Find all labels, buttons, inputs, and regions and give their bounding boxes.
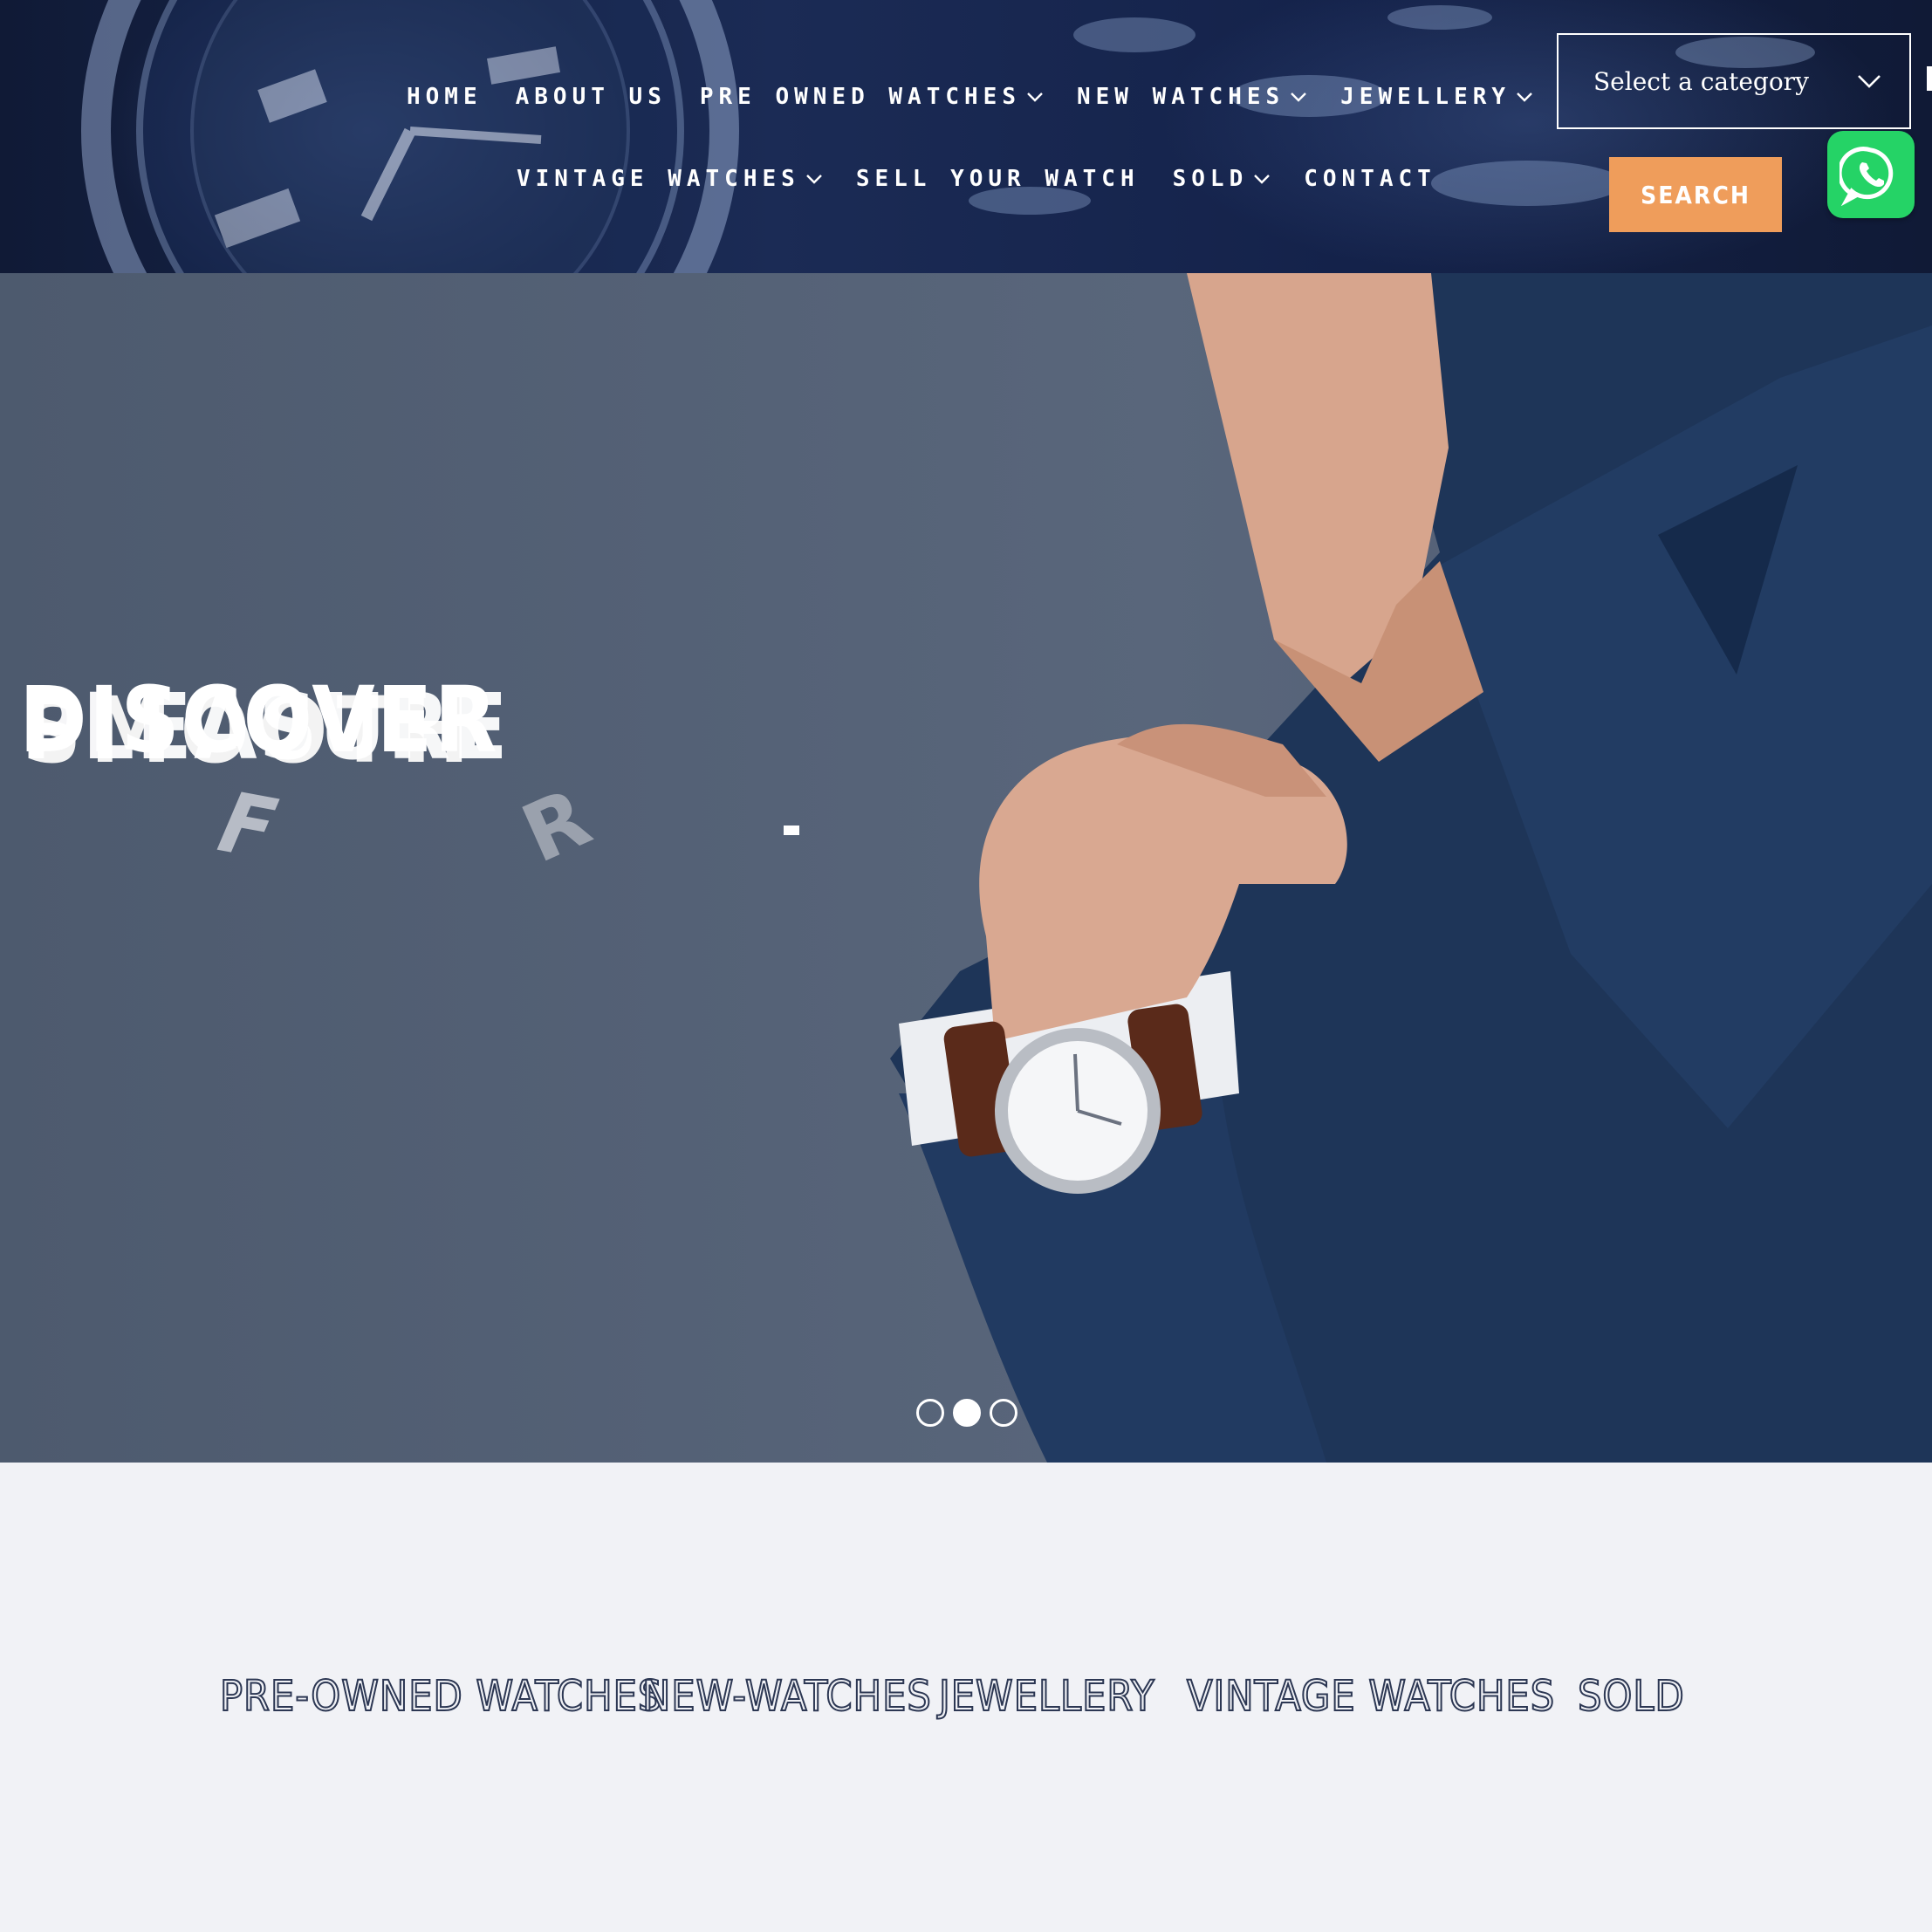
whatsapp-button[interactable] xyxy=(1827,131,1915,218)
chevron-down-icon xyxy=(1027,92,1043,102)
hero-dash-fragment xyxy=(784,826,799,835)
chevron-down-icon xyxy=(1254,175,1271,184)
nav-sell-your-watch[interactable]: SELL YOUR WATCH xyxy=(856,166,1140,192)
category-link-pre-owned-watches[interactable]: PRE-OWNED WATCHES xyxy=(219,1675,662,1718)
nav-new-watches[interactable]: NEW WATCHES xyxy=(1077,84,1307,110)
nav-pre-owned-watches[interactable]: PRE OWNED WATCHES xyxy=(700,84,1044,110)
slider-dot-1[interactable] xyxy=(916,1399,944,1427)
category-link-sold[interactable]: SOLD xyxy=(1577,1675,1685,1718)
category-links-section: PRE-OWNED WATCHES NEW-WATCHES JEWELLERY … xyxy=(0,1463,1932,1932)
edge-scroll-marker xyxy=(1927,66,1932,91)
slider-pagination xyxy=(916,1399,1026,1427)
chevron-down-icon xyxy=(1858,75,1881,88)
nav-vintage-watches[interactable]: VINTAGE WATCHES xyxy=(517,166,823,192)
whatsapp-icon xyxy=(1840,147,1894,206)
chevron-down-icon xyxy=(1291,92,1307,102)
nav-contact[interactable]: CONTACT xyxy=(1304,166,1436,192)
hero-headline-discover: DISCOVER xyxy=(19,667,499,773)
nav-jewellery[interactable]: JEWELLERY xyxy=(1340,84,1533,110)
chevron-down-icon xyxy=(805,175,822,184)
main-nav-row-2: VINTAGE WATCHES SELL YOUR WATCH SOLD CON… xyxy=(517,166,1470,192)
category-link-jewellery[interactable]: JEWELLERY xyxy=(938,1675,1155,1718)
category-select[interactable]: Select a category xyxy=(1557,33,1911,129)
main-nav-row-1: HOME ABOUT US PRE OWNED WATCHES NEW WATC… xyxy=(407,84,1566,110)
category-link-new-watches[interactable]: NEW-WATCHES xyxy=(641,1675,932,1718)
chevron-down-icon xyxy=(1517,92,1532,102)
nav-sold[interactable]: SOLD xyxy=(1173,166,1271,192)
nav-home[interactable]: HOME xyxy=(407,84,483,110)
category-link-vintage-watches[interactable]: VINTAGE WATCHES xyxy=(1186,1675,1555,1718)
nav-about-us[interactable]: ABOUT US xyxy=(516,84,667,110)
slider-dot-3[interactable] xyxy=(990,1399,1017,1427)
category-select-label: Select a category xyxy=(1593,66,1809,96)
site-header: HOME ABOUT US PRE OWNED WATCHES NEW WATC… xyxy=(0,0,1932,273)
hero-man-with-watch-image xyxy=(890,273,1932,1463)
slider-dot-2[interactable] xyxy=(953,1399,981,1427)
search-button[interactable]: SEARCH xyxy=(1609,157,1782,232)
hero-slider: SMOOTH PLEASURE DISCOVER F R xyxy=(0,273,1932,1463)
